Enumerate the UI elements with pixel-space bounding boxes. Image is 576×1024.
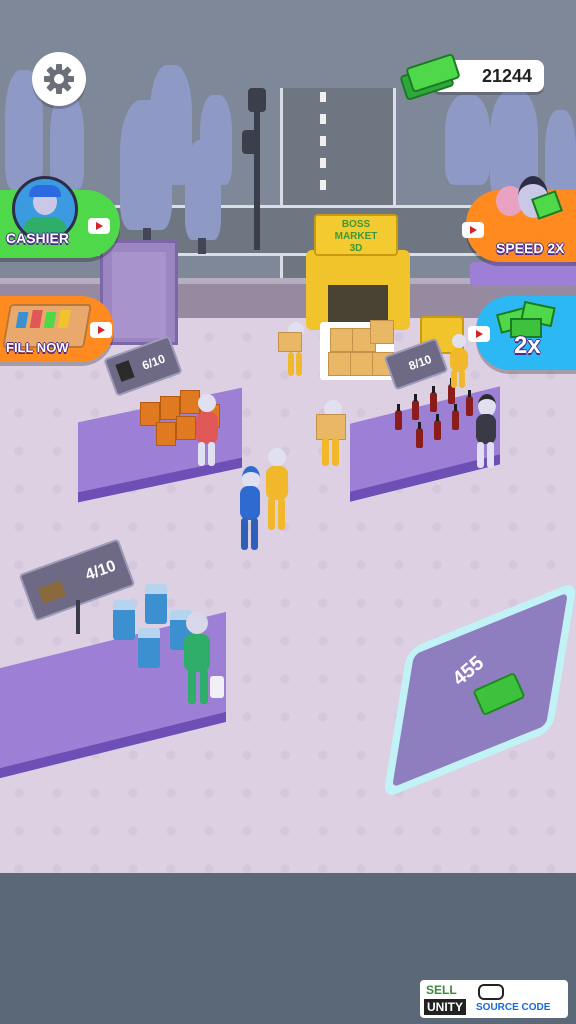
money-2x-button[interactable]: 2x [468, 296, 576, 370]
tree [200, 95, 232, 185]
truck-sign: BOSS MARKET 3D [314, 214, 398, 256]
watermark: SELL UNITY SOURCE CODE [420, 980, 568, 1018]
video-ad-icon [90, 322, 112, 338]
soda-bottle [395, 404, 402, 430]
customer-black [472, 394, 500, 474]
video-ad-icon [88, 218, 110, 234]
worker-yellow-truck [278, 322, 308, 382]
soda-bottle [412, 394, 419, 420]
worker-yellow-carrying [316, 400, 346, 470]
tree [50, 95, 84, 190]
worker-yellow [262, 448, 292, 538]
water-jug [138, 628, 160, 668]
customer-yellow-back [446, 334, 470, 388]
cardboard-box [370, 320, 394, 344]
water-sign-pole [76, 600, 80, 634]
shelf-right-back [470, 262, 576, 286]
watermark-line2: UNITY [424, 999, 466, 1015]
lamp-head [242, 130, 260, 154]
chips-count: 6/10 [140, 351, 168, 373]
water-jug [145, 584, 167, 624]
customer-green [180, 612, 224, 712]
video-ad-icon [468, 326, 490, 342]
speed-2x-button[interactable]: SPEED 2X [462, 176, 576, 262]
money-2x-label: 2x [514, 332, 541, 359]
truck-sign-line3: 3D [349, 243, 363, 254]
fill-now-button[interactable]: FILL NOW [0, 296, 114, 362]
watermark-line1: SELL [426, 983, 457, 997]
tree-trunk [198, 238, 206, 254]
cardboard-box [350, 352, 374, 376]
video-ad-icon [462, 222, 484, 238]
cash-pile-icon [495, 300, 558, 338]
tree [445, 95, 490, 185]
street-lamp [254, 90, 260, 250]
door-panel [112, 252, 166, 338]
truck-sign-line2: MARKET [334, 231, 378, 242]
speed-label: SPEED 2X [496, 240, 565, 256]
cashier-button[interactable]: CASHIER [0, 176, 120, 258]
lamp-head [248, 88, 266, 112]
road-centerline [320, 92, 326, 202]
truck-sign-line1: BOSS [341, 219, 371, 230]
cardboard-box [330, 328, 354, 352]
soda-bottle [416, 422, 423, 448]
speed-avatars [496, 176, 563, 226]
settings-button[interactable] [32, 52, 86, 106]
cash-stack-icon [399, 52, 461, 102]
water-jug [113, 600, 135, 640]
customer-red [192, 394, 222, 474]
cardboard-box [328, 352, 352, 376]
watermark-line3: SOURCE CODE [476, 1002, 551, 1013]
money-value: 21244 [481, 66, 532, 86]
chips-bag [156, 422, 176, 446]
water-count: 4/10 [83, 557, 119, 585]
soda-bottle [430, 386, 437, 412]
soda-count: 8/10 [406, 351, 434, 374]
watermark-controller-icon [478, 984, 504, 1000]
soda-bottle [452, 404, 459, 430]
cashier-label: CASHIER [6, 230, 70, 246]
fill-now-label: FILL NOW [6, 340, 69, 355]
game-world: BOSS MARKET 3D 6/10 8/10 4/10 455 [0, 0, 576, 1024]
gear-icon [44, 64, 74, 94]
worker-blue [236, 466, 264, 556]
soda-bottle [434, 414, 441, 440]
